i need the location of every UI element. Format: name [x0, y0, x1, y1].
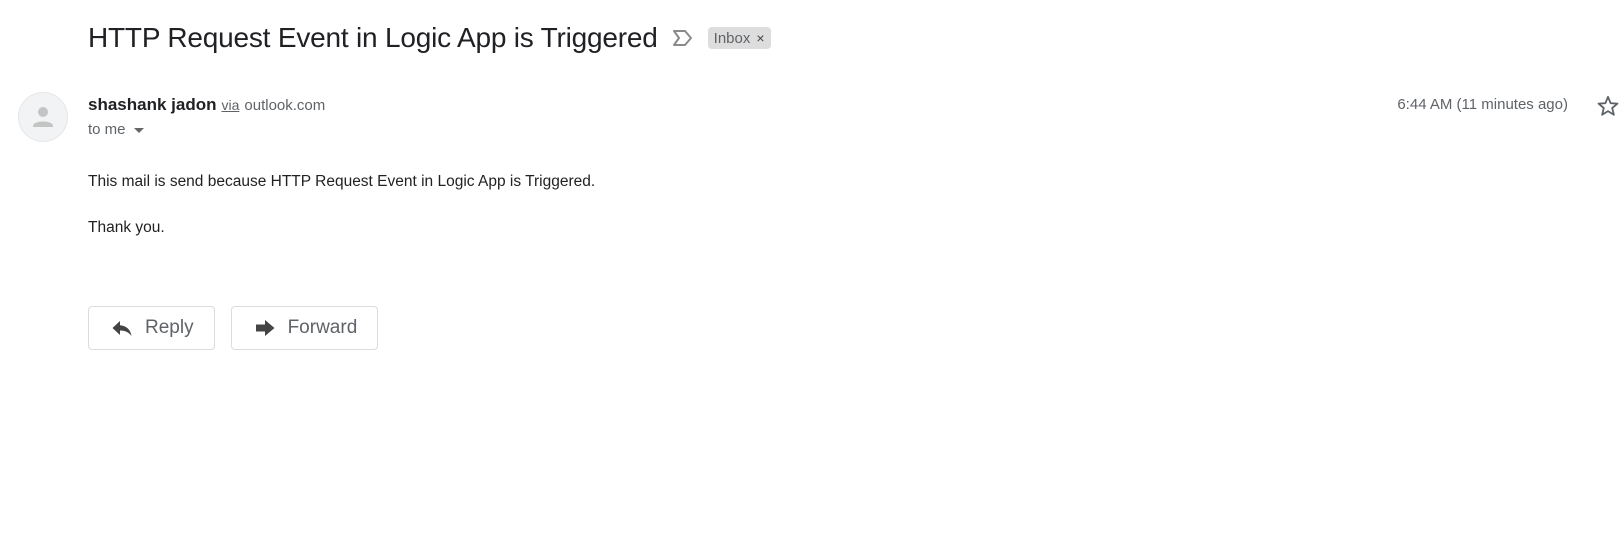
email-body: This mail is send because HTTP Request E… [88, 171, 595, 263]
email-view: HTTP Request Event in Logic App is Trigg… [0, 0, 1624, 558]
inbox-label-chip[interactable]: Inbox × [707, 27, 771, 49]
sender-info: shashank jadon via outlook.com [88, 95, 325, 115]
forward-icon [254, 318, 276, 338]
body-line: Thank you. [88, 219, 165, 236]
email-timestamp: 6:44 AM (11 minutes ago) [1397, 96, 1568, 113]
email-subject: HTTP Request Event in Logic App is Trigg… [88, 22, 658, 53]
body-line: This mail is send because HTTP Request E… [88, 173, 596, 190]
via-domain: outlook.com [244, 97, 326, 114]
sender-avatar[interactable] [18, 92, 68, 142]
sender-name[interactable]: shashank jadon [88, 95, 216, 115]
inbox-label-text: Inbox [713, 29, 751, 47]
remove-label-icon[interactable]: × [756, 31, 764, 45]
forward-label: Forward [287, 317, 358, 338]
subject-row: HTTP Request Event in Logic App is Trigg… [88, 22, 771, 54]
label-outline-icon[interactable] [672, 29, 694, 47]
forward-button[interactable]: Forward [230, 306, 379, 350]
person-icon [33, 107, 53, 127]
email-actions: Reply Forward [88, 306, 379, 350]
reply-button[interactable]: Reply [88, 306, 215, 350]
via-link[interactable]: via [221, 97, 239, 113]
reply-label: Reply [145, 317, 194, 338]
recipient-label: to me [88, 121, 126, 138]
star-outline-icon[interactable] [1596, 94, 1620, 118]
recipient-details-toggle[interactable]: to me [88, 121, 144, 138]
caret-down-icon[interactable] [133, 128, 144, 133]
reply-icon [111, 318, 133, 338]
